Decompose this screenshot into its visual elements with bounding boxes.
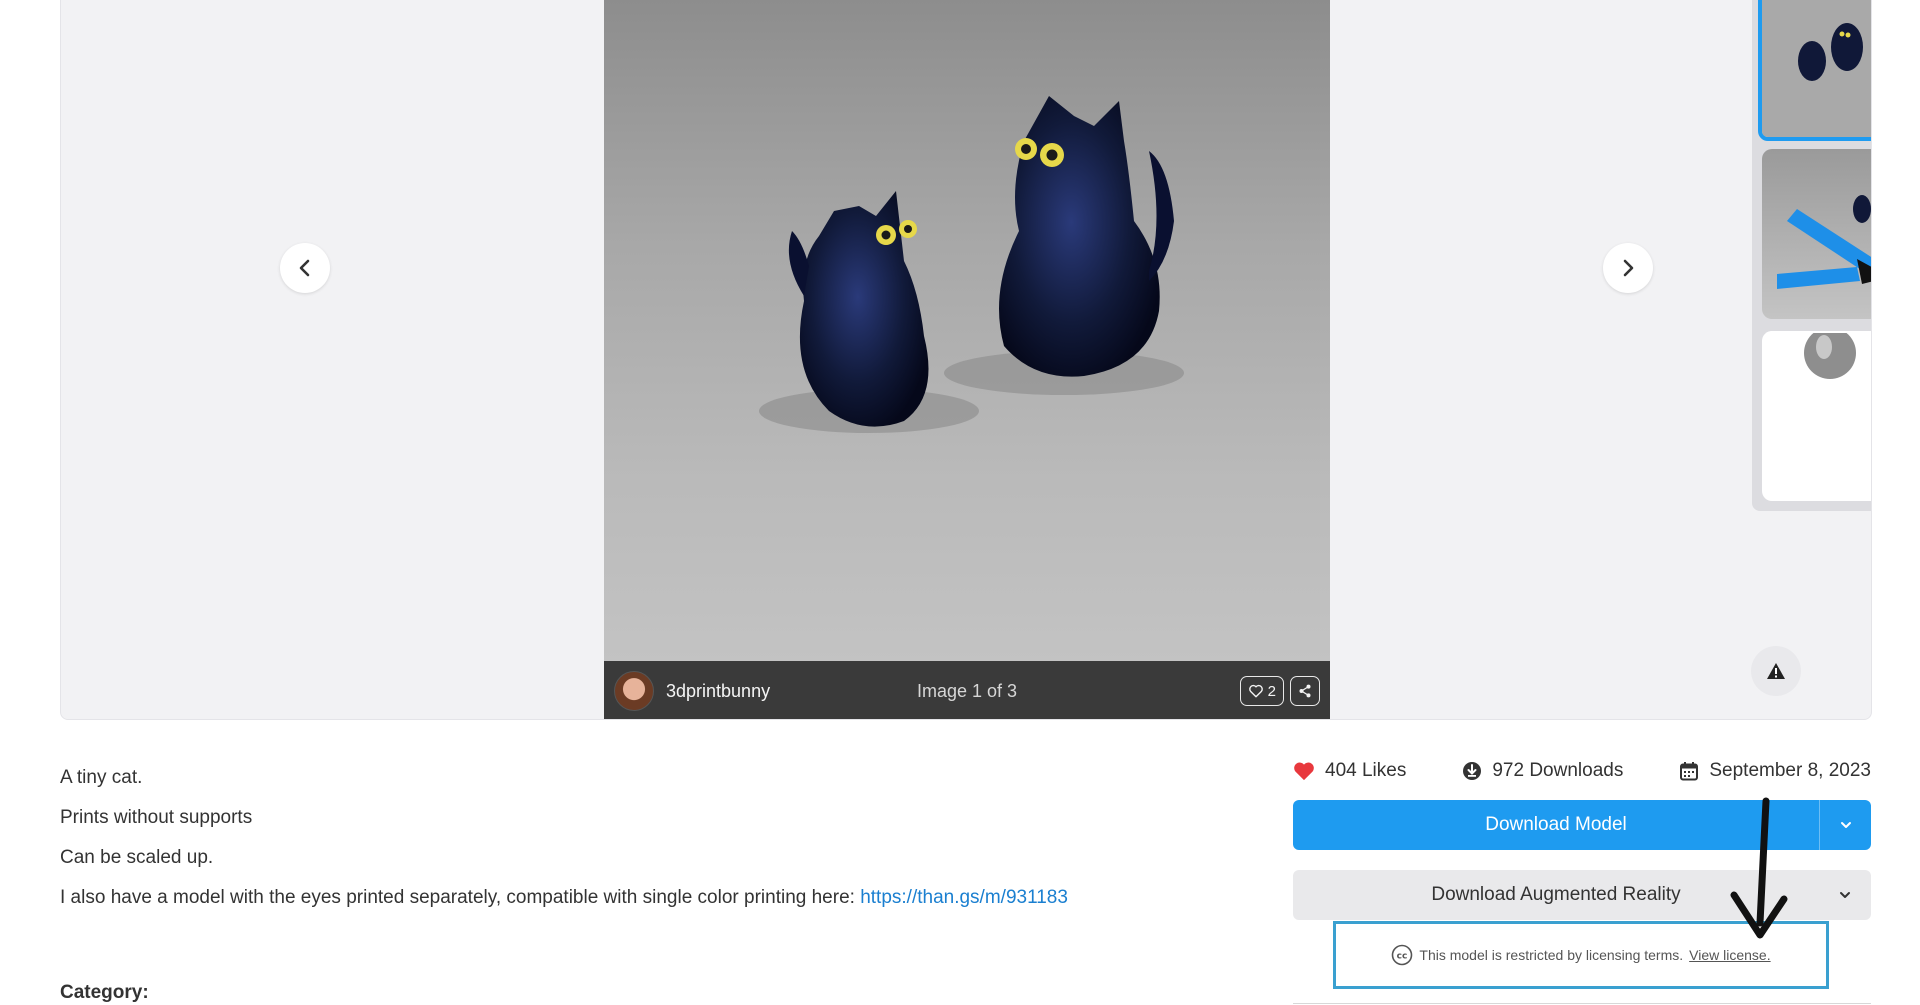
description-line: Prints without supports <box>60 807 253 828</box>
thumbnail-image <box>1762 331 1871 379</box>
image-footer-bar: 3dprintbunny Image 1 of 3 2 <box>604 661 1330 719</box>
description-line: Can be scaled up. <box>60 847 214 868</box>
image-like-button[interactable]: 2 <box>1239 676 1284 706</box>
chevron-left-icon <box>299 259 310 277</box>
related-model-link[interactable]: https://than.gs/m/931183 <box>860 887 1068 908</box>
share-button[interactable] <box>1290 676 1320 706</box>
main-image[interactable] <box>604 0 1330 719</box>
chevron-right-icon <box>1623 259 1634 277</box>
downloads-count: 972 Downloads <box>1492 760 1624 781</box>
download-ar-toggle[interactable] <box>1819 890 1871 900</box>
model-stats: 404 Likes 972 Downloads September 8, 202… <box>1293 760 1871 782</box>
divider <box>1293 1003 1871 1004</box>
thumbnail-image <box>1777 195 1871 289</box>
creative-commons-icon: cc <box>1392 944 1413 966</box>
download-options-toggle[interactable] <box>1819 800 1871 850</box>
downloads-stat: 972 Downloads <box>1462 760 1623 782</box>
warning-icon <box>1767 663 1785 679</box>
report-button[interactable] <box>1751 646 1801 696</box>
image-like-count: 2 <box>1267 682 1276 700</box>
thumbnail-image <box>1762 0 1871 137</box>
publish-date: September 8, 2023 <box>1709 760 1871 781</box>
chevron-down-icon <box>1840 822 1851 828</box>
thumbnail-1[interactable] <box>1758 0 1871 141</box>
description-text: I also have a model with the eyes printe… <box>60 887 861 908</box>
previous-image-button[interactable] <box>280 243 330 293</box>
heart-outline-icon <box>1248 684 1263 698</box>
image-gallery: 3dprintbunny Image 1 of 3 2 <box>60 0 1872 720</box>
cats-photo <box>759 96 1184 433</box>
license-text: This model is restricted by licensing te… <box>1419 947 1684 963</box>
thumbnail-strip <box>1752 0 1871 511</box>
model-description: A tiny cat. Prints without supports Can … <box>60 763 1140 923</box>
chevron-down-icon <box>1840 892 1850 898</box>
share-icon <box>1299 684 1311 698</box>
description-line: A tiny cat. <box>60 767 143 788</box>
calendar-icon <box>1680 762 1699 781</box>
category-label: Category: <box>60 982 149 1003</box>
likes-count: 404 Likes <box>1325 760 1407 781</box>
download-circle-icon <box>1463 762 1482 780</box>
thumbnail-3[interactable] <box>1762 331 1871 501</box>
next-image-button[interactable] <box>1603 243 1653 293</box>
view-license-link[interactable]: View license. <box>1689 947 1770 963</box>
description-line-with-link: I also have a model with the eyes printe… <box>60 883 1140 913</box>
annotation-arrow-icon <box>1730 797 1788 939</box>
image-counter: Image 1 of 3 <box>916 681 1018 701</box>
heart-icon <box>1294 762 1314 781</box>
svg-text:cc: cc <box>1397 952 1408 962</box>
date-stat: September 8, 2023 <box>1679 760 1871 782</box>
thumbnail-2[interactable] <box>1762 149 1871 319</box>
likes-stat[interactable]: 404 Likes <box>1293 760 1406 782</box>
